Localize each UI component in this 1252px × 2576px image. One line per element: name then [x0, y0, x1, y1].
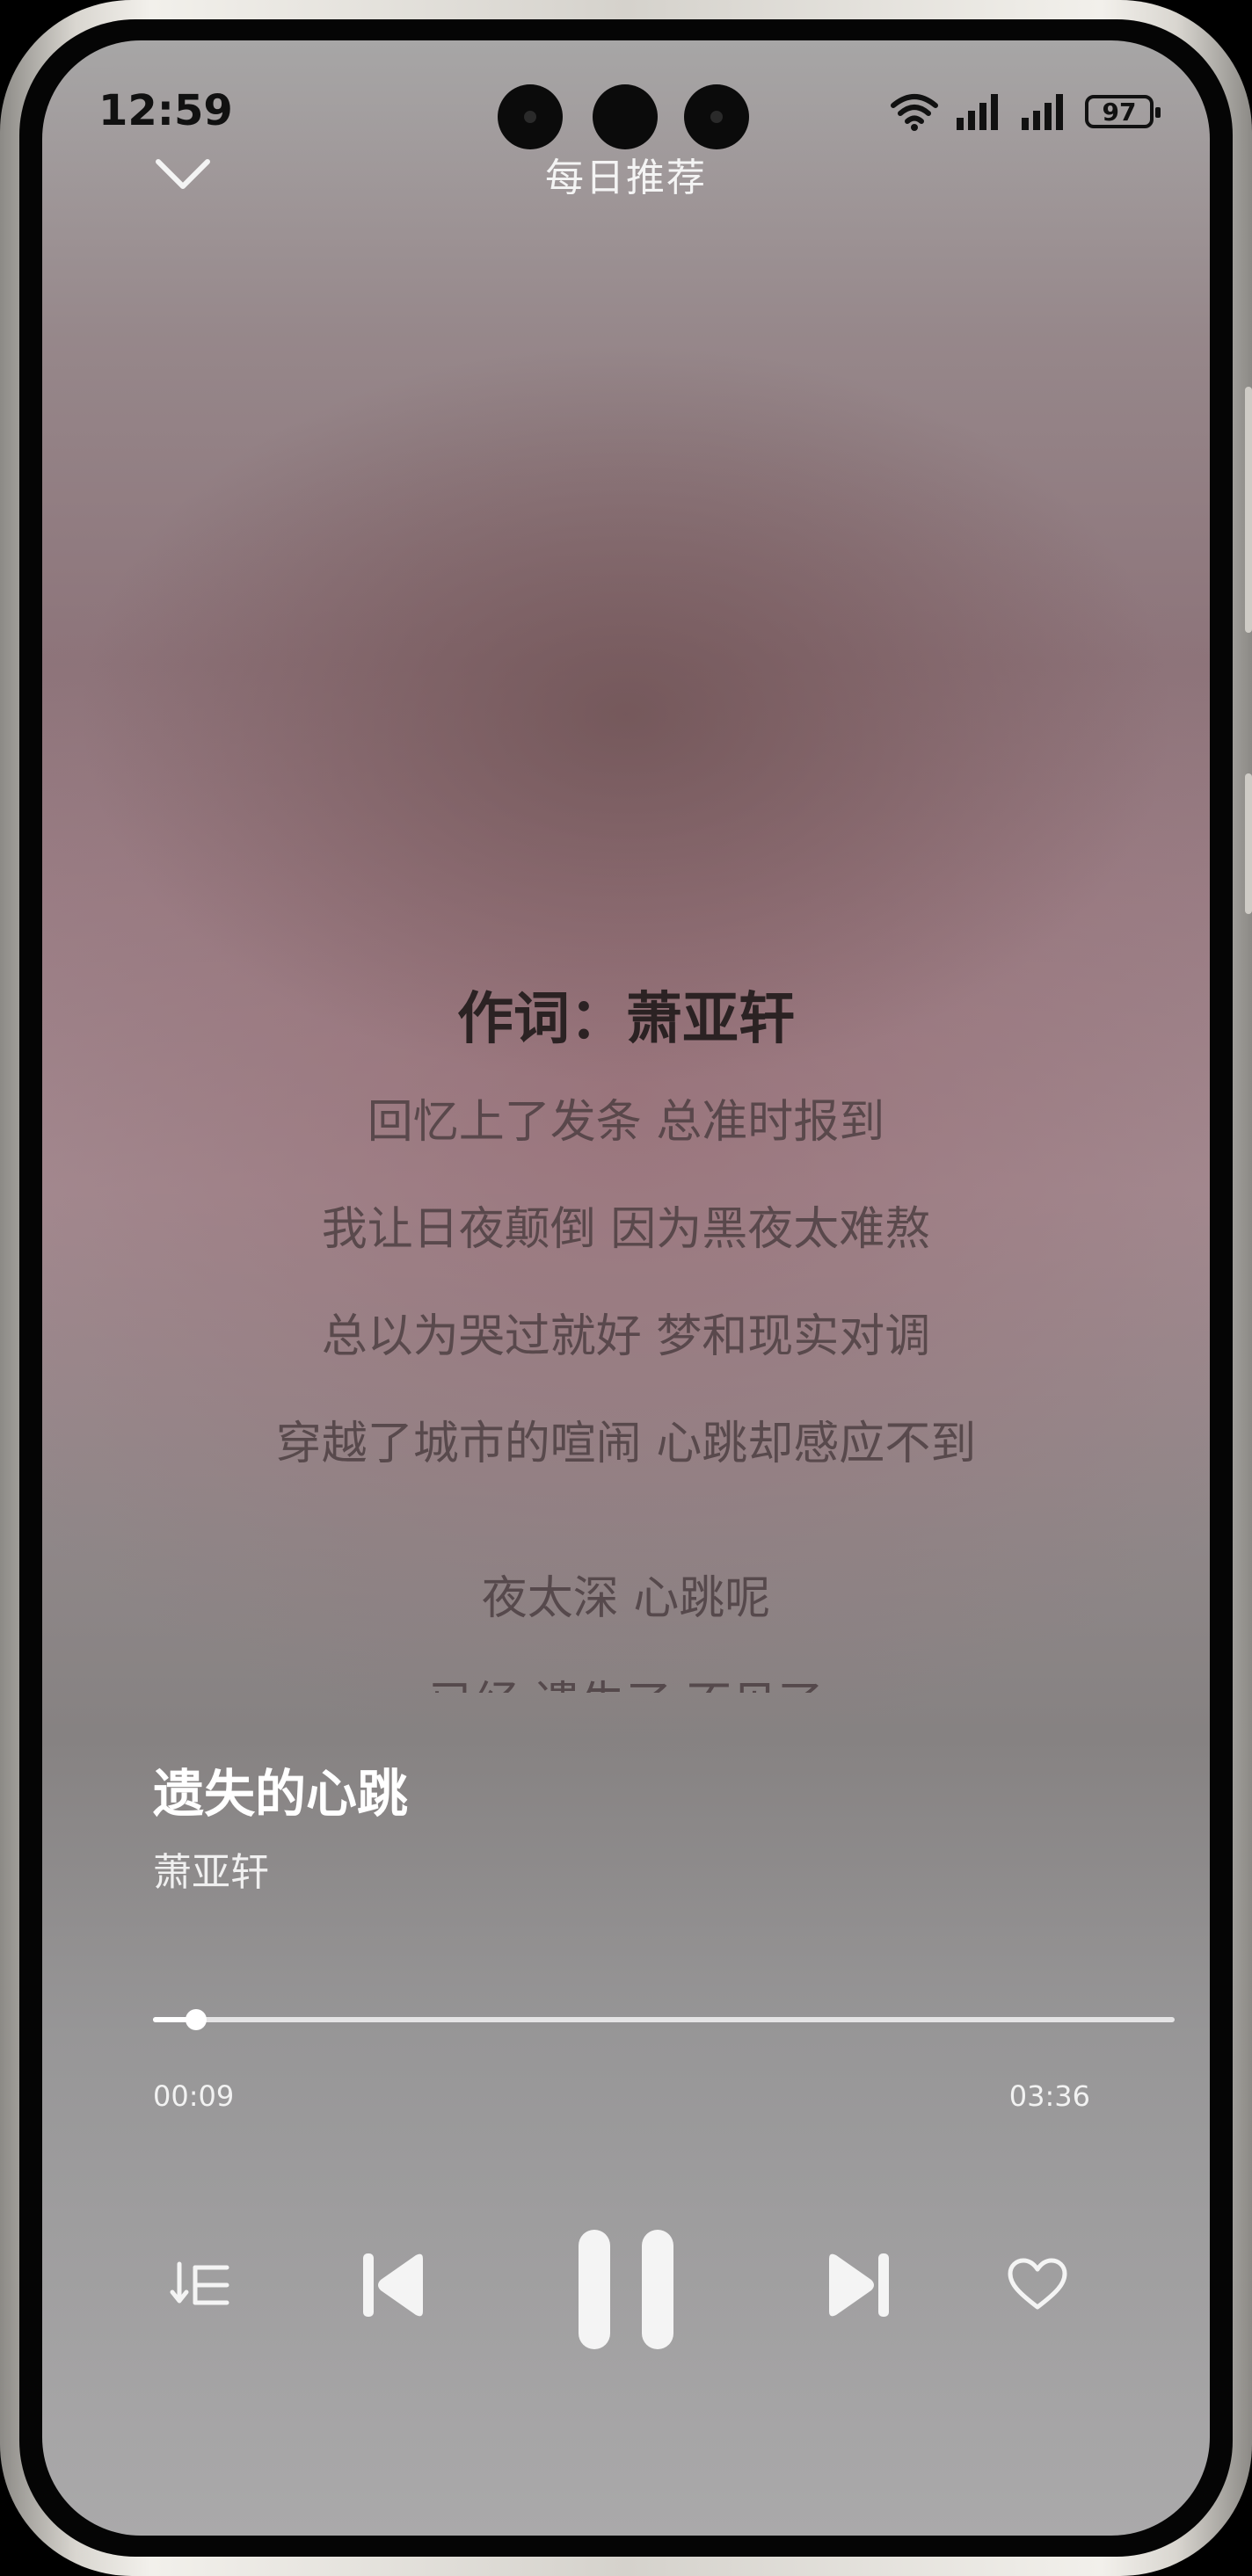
battery-level: 97	[1102, 97, 1137, 127]
heart-icon	[1008, 2258, 1067, 2310]
progress-bar[interactable]	[153, 2009, 1175, 2030]
playlist-order-icon	[170, 2261, 229, 2305]
lyrics-panel[interactable]: 作词：萧亚轩 回忆上了发条 总准时报到 我让日夜颠倒 因为黑夜太难熬 总以为哭过…	[42, 963, 1210, 1693]
camera-lens-icon	[498, 84, 563, 149]
lyric-line[interactable]: 总以为哭过就好 梦和现实对调	[42, 1299, 1210, 1365]
playlist-order-button[interactable]	[156, 2241, 244, 2329]
previous-track-button[interactable]	[345, 2232, 441, 2338]
signal-icon	[1022, 94, 1063, 130]
song-artist[interactable]: 萧亚轩	[153, 1840, 269, 1897]
lyric-line[interactable]: 我让日夜颠倒 因为黑夜太难熬	[42, 1192, 1210, 1258]
status-time: 12:59	[98, 86, 233, 135]
next-track-button[interactable]	[811, 2232, 907, 2338]
lyric-line[interactable]: 回忆上了发条 总准时报到	[42, 1085, 1210, 1150]
player-screen: 12:59 97 每日推荐 作词：萧亚轩 回忆上了发条 总准时报到 我让日夜颠倒…	[42, 40, 1210, 2536]
song-title: 遗失的心跳	[153, 1764, 409, 1824]
current-time: 00:09	[153, 2079, 235, 2113]
lyric-line[interactable]: 夜太深 心跳呢	[42, 1561, 1210, 1627]
status-icons: 97	[890, 90, 1161, 134]
total-time: 03:36	[1008, 2079, 1090, 2113]
lyric-line[interactable]: 穿越了城市的喧闹 心跳却感应不到	[42, 1406, 1210, 1472]
pause-button[interactable]	[564, 2224, 688, 2355]
camera-sensor-icon	[593, 84, 658, 149]
lyric-line[interactable]: 已经 遗失了 不见了	[42, 1666, 1210, 1693]
side-button-volume	[1245, 387, 1252, 633]
progress-thumb[interactable]	[185, 2009, 207, 2030]
next-track-icon	[829, 2253, 889, 2317]
lyric-line-current[interactable]: 作词：萧亚轩	[42, 974, 1210, 1055]
battery-icon: 97	[1085, 95, 1161, 128]
like-button[interactable]	[994, 2241, 1081, 2329]
previous-track-icon	[363, 2253, 423, 2317]
pause-icon	[579, 2230, 673, 2349]
header-title: 每日推荐	[545, 156, 707, 200]
signal-icon	[957, 94, 998, 130]
wifi-icon	[891, 94, 938, 131]
side-button-power	[1245, 773, 1252, 914]
camera-lens-icon	[684, 84, 749, 149]
